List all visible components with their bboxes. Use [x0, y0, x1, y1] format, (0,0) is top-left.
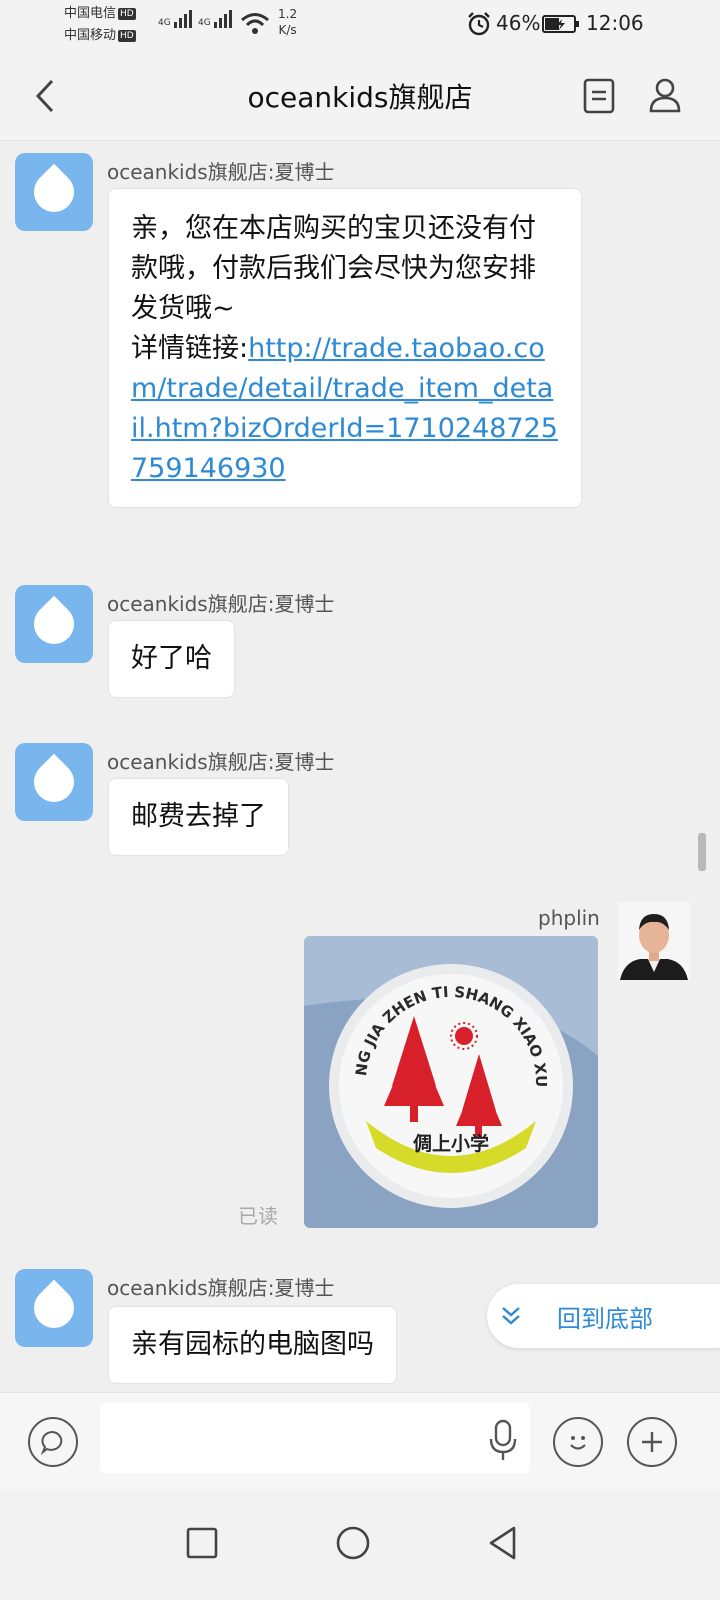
message-sender: oceankids旗舰店:夏博士 — [107, 592, 335, 616]
smiley-icon — [570, 1436, 586, 1450]
net-speed-unit: K/s — [278, 23, 297, 37]
message-bubble: 好了哈 — [108, 620, 235, 698]
badge-chinese-text: 倜上小学 — [413, 1132, 489, 1155]
net-speed: 1.2 K/s — [278, 6, 297, 38]
chat-header: oceankids旗舰店 — [0, 50, 720, 141]
recents-icon[interactable] — [185, 1526, 219, 1560]
wifi-icon — [241, 13, 269, 34]
read-status: 已读 — [238, 1204, 278, 1228]
hd-badge-2: HD — [118, 29, 136, 42]
carrier-2: 中国移动 HD — [64, 28, 136, 44]
more-button[interactable] — [627, 1417, 677, 1467]
net-speed-value: 1.2 — [278, 7, 298, 21]
microphone-icon[interactable] — [487, 1419, 519, 1463]
order-list-icon[interactable] — [583, 78, 615, 114]
net-type-2: 4G — [198, 18, 211, 28]
school-badge-photo: YANG JIA ZHEN TI SHANG XIAO XUE 倜上小学 — [304, 936, 598, 1228]
home-icon[interactable] — [334, 1524, 372, 1562]
shop-avatar[interactable] — [15, 585, 93, 663]
alarm-icon — [468, 12, 490, 36]
battery-percent: 46% — [496, 11, 541, 35]
signal-1-icon: 4G — [158, 10, 192, 28]
message-sender: phplin — [538, 906, 600, 930]
message-bubble: 亲有园标的电脑图吗 — [108, 1306, 397, 1384]
back-triangle-icon[interactable] — [486, 1525, 520, 1561]
chat-title: oceankids旗舰店 — [247, 81, 473, 114]
message-sender: oceankids旗舰店:夏博士 — [107, 750, 335, 774]
shop-avatar[interactable] — [15, 743, 93, 821]
message-bubble: 亲，您在本店购买的宝贝还没有付款哦，付款后我们会尽快为您安排发货哦~ 详情链接:… — [108, 188, 582, 508]
shop-logo-icon — [25, 1279, 83, 1337]
voice-mode-button[interactable] — [28, 1417, 78, 1467]
input-bar — [0, 1392, 720, 1491]
carrier-2-name: 中国移动 — [64, 28, 117, 43]
detail-link-line: 详情链接:http://trade.taobao.com/trade/detai… — [131, 329, 559, 489]
emoji-button[interactable] — [553, 1417, 603, 1467]
message-text: 亲，您在本店购买的宝贝还没有付款哦，付款后我们会尽快为您安排发货哦~ — [131, 213, 536, 324]
sent-image[interactable]: YANG JIA ZHEN TI SHANG XIAO XUE 倜上小学 — [304, 936, 598, 1228]
message-input[interactable] — [100, 1403, 530, 1473]
message-bubble: 邮费去掉了 — [108, 778, 289, 856]
scrollbar-thumb[interactable] — [698, 833, 706, 871]
system-nav-bar — [0, 1490, 720, 1600]
carrier-1: 中国电信 HD — [64, 6, 136, 22]
shop-logo-icon — [25, 595, 83, 653]
shop-avatar[interactable] — [15, 153, 93, 231]
message-sender: oceankids旗舰店:夏博士 — [107, 160, 335, 184]
status-bar: 中国电信 HD 中国移动 HD 4G 4G 1.2 K/s 46% 12:06 — [0, 0, 720, 50]
clock: 12:06 — [586, 11, 644, 35]
hd-badge-1: HD — [118, 7, 136, 20]
shop-logo-icon — [25, 753, 83, 811]
user-avatar[interactable] — [618, 902, 690, 980]
shop-avatar[interactable] — [15, 1269, 93, 1347]
profile-icon[interactable] — [648, 77, 682, 113]
plus-icon — [642, 1432, 662, 1452]
speech-bubble-icon — [40, 1431, 63, 1455]
message-sender: oceankids旗舰店:夏博士 — [107, 1276, 335, 1300]
back-icon[interactable] — [32, 78, 60, 114]
carrier-1-name: 中国电信 — [64, 6, 117, 21]
shop-logo-icon — [25, 163, 83, 221]
signal-2-icon: 4G — [198, 10, 232, 28]
double-chevron-down-icon — [502, 1307, 520, 1325]
net-type-1: 4G — [158, 18, 171, 28]
scroll-to-bottom-button[interactable]: 回到底部 — [487, 1284, 720, 1348]
scroll-to-bottom-label: 回到底部 — [557, 1304, 653, 1333]
battery-charging-icon — [542, 15, 579, 33]
detail-link-label: 详情链接: — [131, 333, 249, 364]
